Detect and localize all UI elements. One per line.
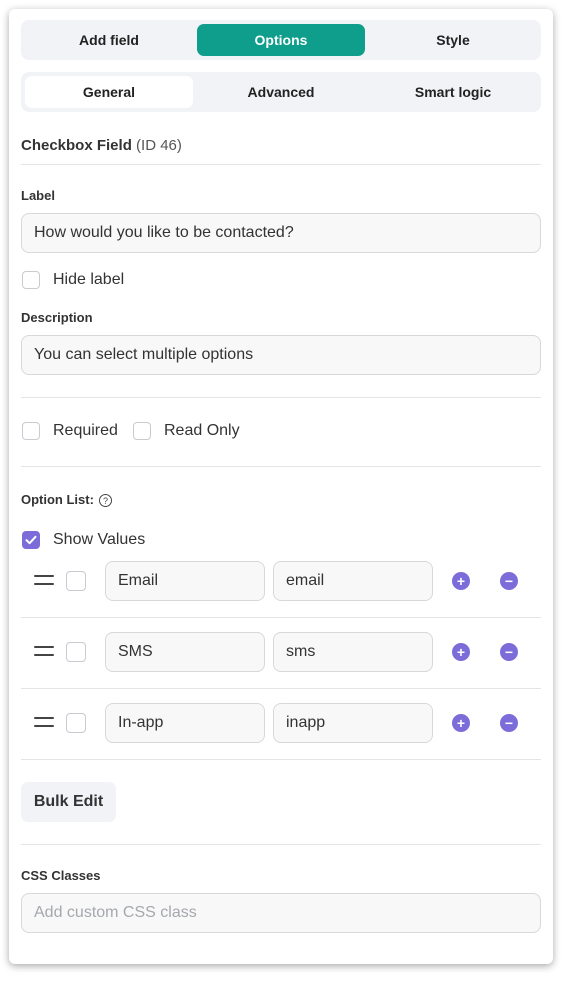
option-label-input[interactable] [105, 703, 265, 743]
drag-handle-icon[interactable] [34, 646, 54, 658]
remove-option-icon[interactable]: − [500, 643, 518, 661]
divider [21, 688, 541, 689]
option-label-input[interactable] [105, 632, 265, 672]
check-icon [25, 535, 37, 545]
subtab-smart-logic[interactable]: Smart logic [369, 76, 537, 108]
description-input[interactable] [21, 335, 541, 375]
field-id: (ID 46) [136, 137, 182, 154]
field-title: Checkbox Field (ID 46) [21, 137, 182, 154]
css-classes-input[interactable] [21, 893, 541, 933]
field-type: Checkbox Field [21, 137, 132, 154]
option-label-input[interactable] [105, 561, 265, 601]
bulk-edit-button[interactable]: Bulk Edit [21, 782, 116, 822]
tab-add-field[interactable]: Add field [25, 24, 193, 56]
option-value-input[interactable] [273, 703, 433, 743]
sub-tabs: General Advanced Smart logic [21, 72, 541, 112]
add-option-icon[interactable]: + [452, 572, 470, 590]
main-tabs: Add field Options Style [21, 20, 541, 60]
drag-handle-icon[interactable] [34, 575, 54, 587]
option-value-input[interactable] [273, 561, 433, 601]
label-heading: Label [21, 188, 55, 203]
question-circle-icon[interactable]: ? [99, 494, 112, 507]
label-input[interactable] [21, 213, 541, 253]
option-value-input[interactable] [273, 632, 433, 672]
option-list-heading: Option List: [21, 492, 94, 507]
remove-option-icon[interactable]: − [500, 572, 518, 590]
option-default-checkbox[interactable] [66, 713, 86, 733]
divider [21, 397, 541, 398]
add-option-icon[interactable]: + [452, 643, 470, 661]
read-only-text: Read Only [164, 422, 240, 439]
read-only-checkbox[interactable] [133, 422, 151, 440]
remove-option-icon[interactable]: − [500, 714, 518, 732]
divider [21, 164, 541, 165]
description-heading: Description [21, 310, 93, 325]
css-classes-heading: CSS Classes [21, 868, 101, 883]
add-option-icon[interactable]: + [452, 714, 470, 732]
divider [21, 759, 541, 760]
subtab-advanced[interactable]: Advanced [197, 76, 365, 108]
divider [21, 617, 541, 618]
hide-label-text: Hide label [53, 271, 125, 288]
show-values-checkbox[interactable] [22, 531, 40, 549]
field-options-panel: Add field Options Style General Advanced… [9, 9, 553, 964]
option-default-checkbox[interactable] [66, 571, 86, 591]
show-values-text: Show Values [53, 531, 146, 548]
subtab-general[interactable]: General [25, 76, 193, 108]
option-default-checkbox[interactable] [66, 642, 86, 662]
divider [21, 844, 541, 845]
tab-style[interactable]: Style [369, 24, 537, 56]
tab-options[interactable]: Options [197, 24, 365, 56]
required-text: Required [53, 422, 118, 439]
divider [21, 466, 541, 467]
drag-handle-icon[interactable] [34, 717, 54, 729]
hide-label-checkbox[interactable] [22, 271, 40, 289]
required-checkbox[interactable] [22, 422, 40, 440]
